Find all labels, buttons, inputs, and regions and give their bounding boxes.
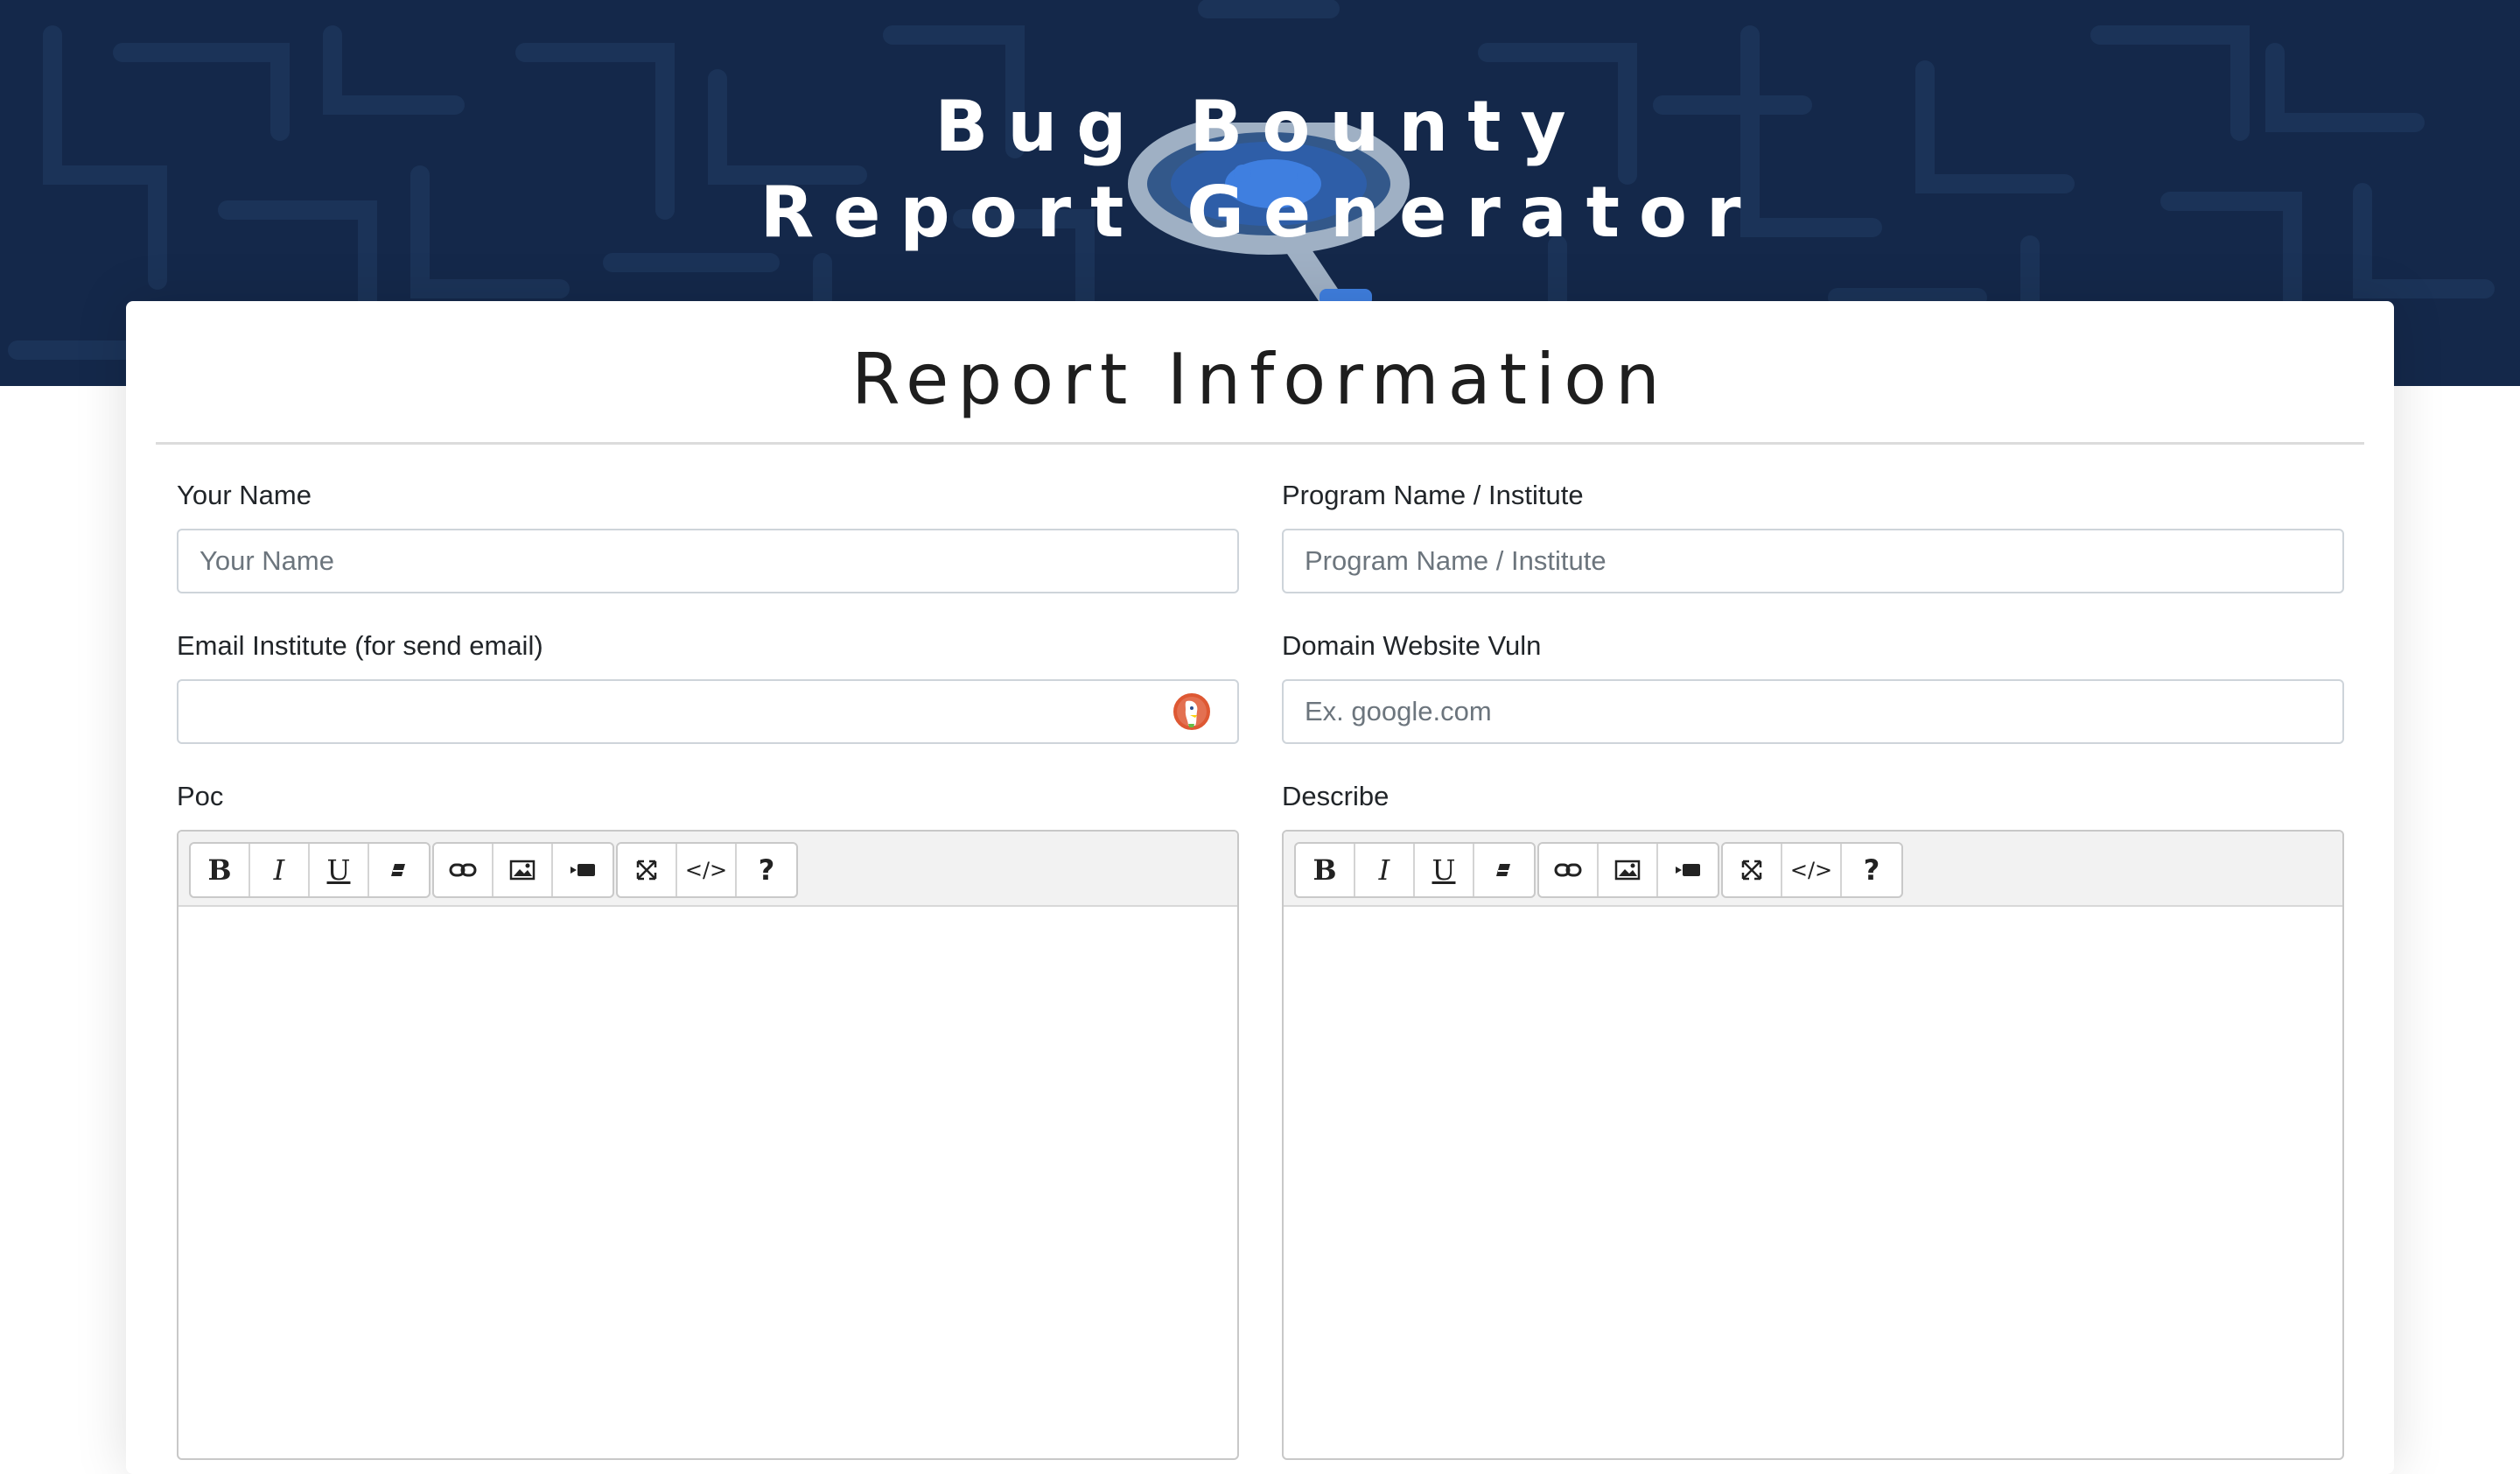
describe-editor: B I U </> ?	[1282, 830, 2344, 1460]
fullscreen-icon	[636, 860, 657, 881]
video-icon	[570, 864, 595, 876]
link-button[interactable]	[1539, 844, 1599, 896]
underline-button[interactable]: U	[310, 844, 369, 896]
picture-button[interactable]	[1599, 844, 1658, 896]
section-divider	[156, 442, 2364, 445]
underline-button[interactable]: U	[1415, 844, 1474, 896]
eraser-icon	[1496, 864, 1510, 876]
your-name-label: Your Name	[177, 480, 312, 510]
bold-button[interactable]: B	[1296, 844, 1355, 896]
domain-input[interactable]	[1282, 679, 2344, 744]
email-institute-label: Email Institute (for send email)	[177, 630, 543, 661]
italic-button[interactable]: I	[250, 844, 310, 896]
eraser-button[interactable]	[369, 844, 429, 896]
describe-editor-content[interactable]	[1284, 907, 2342, 1432]
domain-label: Domain Website Vuln	[1282, 630, 1542, 661]
bold-button[interactable]: B	[191, 844, 250, 896]
report-card: Report Information Your Name Program Nam…	[126, 301, 2394, 1474]
video-button[interactable]	[1658, 844, 1718, 896]
duckduckgo-icon[interactable]	[1171, 691, 1213, 733]
fullscreen-icon	[1741, 860, 1762, 881]
fullscreen-button[interactable]	[1723, 844, 1782, 896]
eraser-button[interactable]	[1474, 844, 1534, 896]
email-institute-input[interactable]	[177, 679, 1239, 744]
code-view-button[interactable]: </>	[677, 844, 737, 896]
describe-label: Describe	[1282, 781, 1390, 811]
link-icon	[449, 863, 477, 877]
view-button-group: </> ?	[1721, 842, 1903, 898]
picture-icon	[1614, 860, 1641, 881]
poc-editor: B I U </> ?	[177, 830, 1239, 1460]
app-title-line1: Bug Bounty	[934, 86, 1586, 167]
italic-button[interactable]: I	[1355, 844, 1415, 896]
your-name-input[interactable]	[177, 529, 1239, 593]
program-name-label: Program Name / Institute	[1282, 480, 1584, 510]
eraser-icon	[391, 864, 405, 876]
describe-editor-toolbar: B I U </> ?	[1284, 832, 2342, 907]
fullscreen-button[interactable]	[618, 844, 677, 896]
insert-button-group	[1537, 842, 1719, 898]
view-button-group: </> ?	[616, 842, 798, 898]
poc-label: Poc	[177, 781, 224, 811]
link-icon	[1554, 863, 1582, 877]
format-button-group: B I U	[1294, 842, 1536, 898]
program-name-input[interactable]	[1282, 529, 2344, 593]
picture-button[interactable]	[494, 844, 553, 896]
video-icon	[1676, 864, 1700, 876]
poc-editor-content[interactable]	[178, 907, 1237, 1432]
help-button[interactable]: ?	[737, 844, 796, 896]
format-button-group: B I U	[189, 842, 430, 898]
code-view-button[interactable]: </>	[1782, 844, 1842, 896]
picture-icon	[509, 860, 536, 881]
help-button[interactable]: ?	[1842, 844, 1901, 896]
insert-button-group	[432, 842, 614, 898]
app-title: Bug Bounty Report Generator	[0, 84, 2520, 256]
video-button[interactable]	[553, 844, 612, 896]
section-title: Report Information	[851, 339, 1669, 420]
poc-editor-toolbar: B I U </> ?	[178, 832, 1237, 907]
app-title-line2: Report Generator	[760, 172, 1760, 253]
link-button[interactable]	[434, 844, 494, 896]
